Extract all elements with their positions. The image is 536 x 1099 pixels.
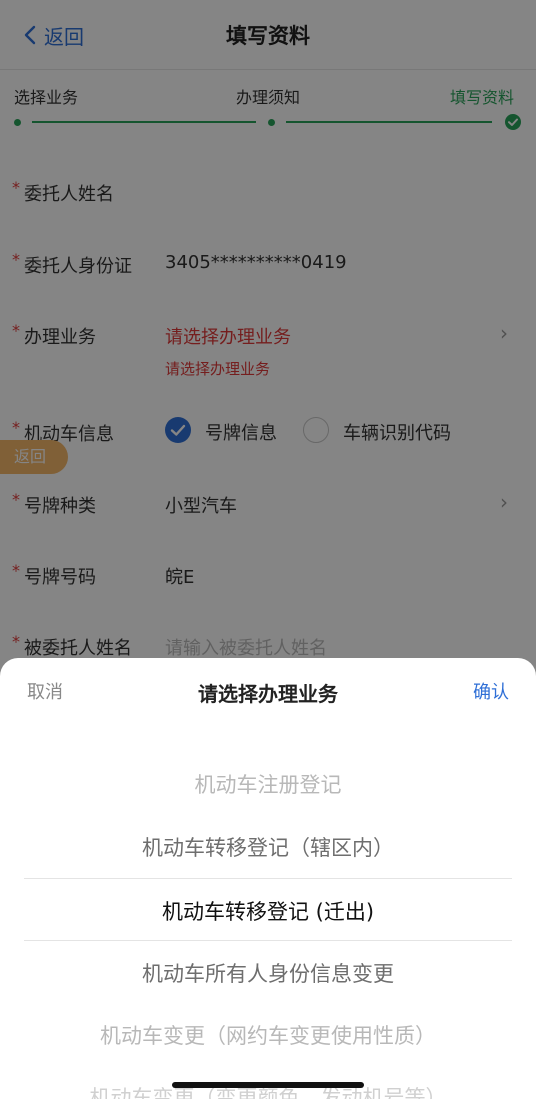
business-picker-sheet: 取消 请选择办理业务 确认 机动车注册登记 机动车转移登记（辖区内） 机动车转移…	[0, 658, 536, 1099]
picker-option[interactable]: 机动车注册登记	[0, 769, 536, 799]
picker-option[interactable]: 机动车所有人身份信息变更	[0, 958, 536, 988]
sheet-title: 请选择办理业务	[198, 682, 338, 706]
picker-selection-bottom-line	[24, 940, 512, 941]
picker-option[interactable]: 机动车变更（网约车变更使用性质）	[0, 1020, 536, 1050]
picker-option[interactable]: 机动车转移登记（辖区内）	[0, 832, 536, 862]
picker-option-selected[interactable]: 机动车转移登记 (迁出)	[0, 896, 536, 926]
picker-selection-top-line	[24, 878, 512, 879]
home-indicator	[172, 1082, 364, 1088]
picker-wheel[interactable]: 机动车注册登记 机动车转移登记（辖区内） 机动车转移登记 (迁出) 机动车所有人…	[0, 756, 536, 1099]
confirm-button[interactable]: 确认	[473, 678, 509, 704]
